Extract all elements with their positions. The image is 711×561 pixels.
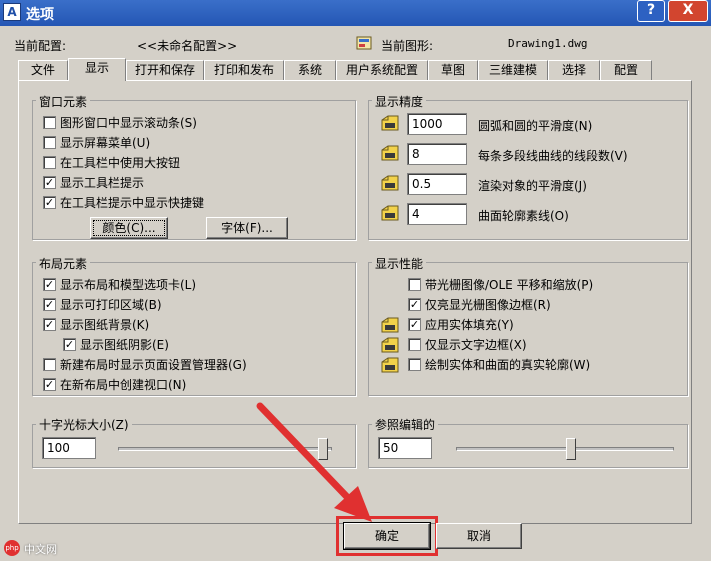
fonts-button[interactable]: 字体(F)... [206, 217, 288, 239]
checkbox-raster-frame[interactable]: ✓ [408, 298, 421, 311]
tab-3d-modeling[interactable]: 三维建模 [478, 60, 548, 80]
checkbox-show-scrollbars[interactable] [43, 116, 56, 129]
checkbox-create-viewport[interactable]: ✓ [43, 378, 56, 391]
cancel-button[interactable]: 取消 [436, 523, 522, 549]
current-profile-value: <<未命名配置>> [137, 39, 238, 53]
ok-button[interactable]: 确定 [343, 522, 431, 550]
colors-button[interactable]: 颜色(C)... [90, 217, 168, 239]
label-printable-area: 显示可打印区域(B) [60, 298, 162, 312]
label-raster-frame: 仅亮显光栅图像边框(R) [425, 298, 551, 312]
tab-display[interactable]: 显示 [68, 58, 126, 81]
label-shortcut-keys: 在工具栏提示中显示快捷键 [60, 196, 205, 210]
title-bar: A 选项 ? X [0, 0, 711, 26]
tab-drafting[interactable]: 草图 [428, 60, 478, 80]
crosshair-size-input[interactable]: 100 [42, 437, 96, 459]
display-performance-title: 显示性能 [372, 255, 427, 272]
help-button[interactable]: ? [637, 0, 665, 22]
drawing-saved-icon [380, 144, 400, 162]
watermark-logo: php [4, 540, 20, 556]
label-create-viewport: 在新布局中创建视口(N) [60, 378, 187, 392]
checkbox-page-setup-manager[interactable] [43, 358, 56, 371]
tab-profiles[interactable]: 配置 [600, 60, 652, 80]
tab-plot-publish[interactable]: 打印和发布 [204, 60, 284, 80]
render-smoothness-label: 渲染对象的平滑度(J) [478, 179, 587, 193]
label-page-setup-manager: 新建布局时显示页面设置管理器(G) [60, 358, 247, 372]
contour-lines-input[interactable]: 4 [407, 203, 467, 225]
drawing-saved-icon [380, 316, 400, 334]
label-raster-pan-zoom: 带光栅图像/OLE 平移和缩放(P) [425, 278, 594, 292]
xref-fade-slider-track[interactable] [456, 447, 674, 451]
layout-elements-title: 布局元素 [36, 255, 91, 272]
watermark-text: 中文网 [24, 543, 57, 556]
tab-selection[interactable]: 选择 [548, 60, 600, 80]
checkbox-printable-area[interactable]: ✓ [43, 298, 56, 311]
label-screen-menu: 显示屏幕菜单(U) [60, 136, 151, 150]
checkbox-text-frame[interactable] [408, 338, 421, 351]
tab-open-save[interactable]: 打开和保存 [126, 60, 204, 80]
drawing-saved-icon [380, 204, 400, 222]
drawing-saved-icon [380, 356, 400, 374]
label-tooltips: 显示工具栏提示 [60, 176, 145, 190]
label-layout-tabs: 显示布局和模型选项卡(L) [60, 278, 197, 292]
arc-smoothness-input[interactable]: 1000 [407, 113, 467, 135]
polyline-segments-label: 每条多段线曲线的线段数(V) [478, 149, 628, 163]
drawing-saved-icon [380, 336, 400, 354]
label-solid-fill: 应用实体填充(Y) [425, 318, 514, 332]
tab-user-preferences[interactable]: 用户系统配置 [336, 60, 428, 80]
window-title: 选项 [26, 7, 54, 23]
drawing-saved-icon [380, 174, 400, 192]
drawing-icon [356, 35, 374, 51]
checkbox-screen-menu[interactable] [43, 136, 56, 149]
app-icon: A [3, 3, 21, 21]
label-text-frame: 仅显示文字边框(X) [425, 338, 527, 352]
label-paper-background: 显示图纸背景(K) [60, 318, 150, 332]
checkbox-layout-tabs[interactable]: ✓ [43, 278, 56, 291]
label-show-scrollbars: 图形窗口中显示滚动条(S) [60, 116, 197, 130]
drawing-saved-icon [380, 114, 400, 132]
current-profile-label: 当前配置: [14, 39, 67, 53]
label-large-buttons: 在工具栏中使用大按钮 [60, 156, 181, 170]
checkbox-tooltips[interactable]: ✓ [43, 176, 56, 189]
checkbox-true-silhouettes[interactable] [408, 358, 421, 371]
tab-system[interactable]: 系统 [284, 60, 336, 80]
window-elements-title: 窗口元素 [36, 93, 91, 110]
display-precision-title: 显示精度 [372, 93, 427, 110]
checkbox-shortcut-keys[interactable]: ✓ [43, 196, 56, 209]
checkbox-paper-background[interactable]: ✓ [43, 318, 56, 331]
label-paper-shadow: 显示图纸阴影(E) [80, 338, 169, 352]
polyline-segments-input[interactable]: 8 [407, 143, 467, 165]
crosshair-size-title: 十字光标大小(Z) [36, 416, 132, 433]
current-drawing-label: 当前图形: [381, 39, 434, 53]
current-drawing-value: Drawing1.dwg [508, 37, 588, 50]
render-smoothness-input[interactable]: 0.5 [407, 173, 467, 195]
contour-lines-label: 曲面轮廓素线(O) [478, 209, 569, 223]
xref-fade-slider-thumb[interactable] [566, 438, 576, 460]
checkbox-paper-shadow[interactable]: ✓ [63, 338, 76, 351]
checkbox-solid-fill[interactable]: ✓ [408, 318, 421, 331]
annotation-arrow [256, 402, 372, 522]
tab-files[interactable]: 文件 [18, 60, 68, 80]
arc-smoothness-label: 圆弧和圆的平滑度(N) [478, 119, 593, 133]
close-button[interactable]: X [668, 0, 708, 22]
checkbox-large-buttons[interactable] [43, 156, 56, 169]
label-true-silhouettes: 绘制实体和曲面的真实轮廓(W) [425, 358, 591, 372]
checkbox-raster-pan-zoom[interactable] [408, 278, 421, 291]
